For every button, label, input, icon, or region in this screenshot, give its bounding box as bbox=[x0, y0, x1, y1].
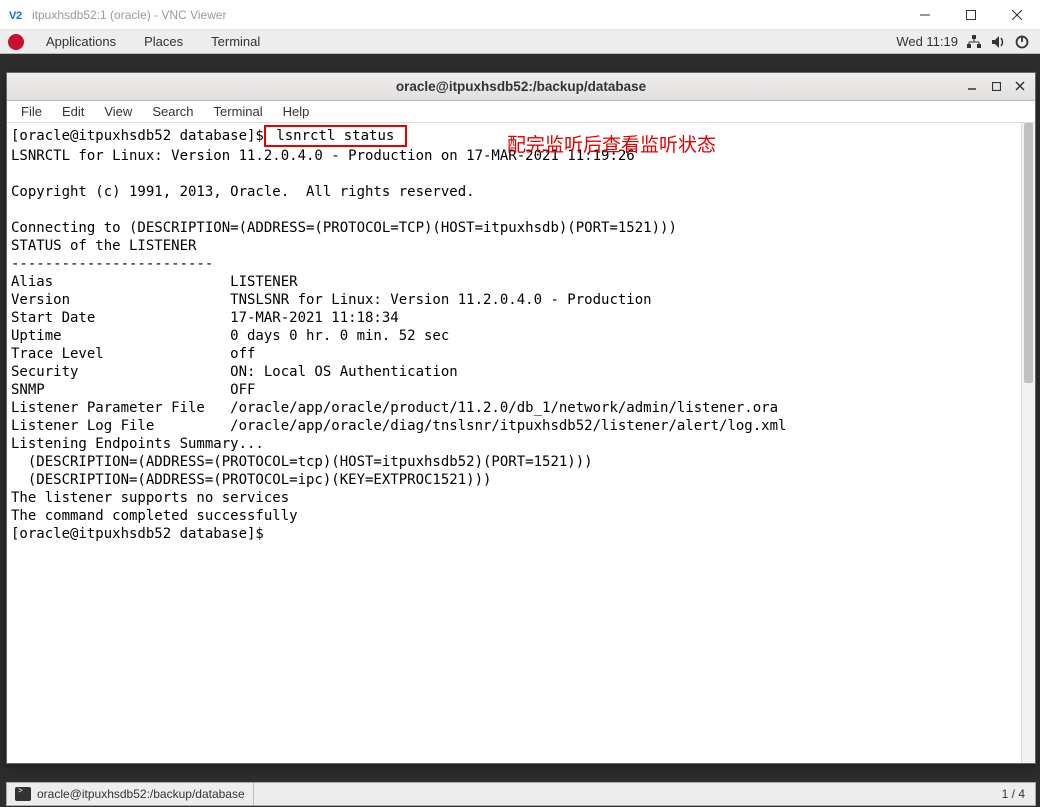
menu-help[interactable]: Help bbox=[273, 101, 320, 123]
menu-view[interactable]: View bbox=[94, 101, 142, 123]
terminal-output[interactable]: [oracle@itpuxhsdb52 database]$ lsnrctl s… bbox=[11, 125, 1031, 543]
terminal-minimize-button[interactable] bbox=[961, 76, 983, 96]
taskbar-item-label: oracle@itpuxhsdb52:/backup/database bbox=[37, 787, 245, 801]
terminal-title: oracle@itpuxhsdb52:/backup/database bbox=[396, 79, 646, 94]
highlighted-command: lsnrctl status bbox=[264, 125, 407, 147]
svg-text:2: 2 bbox=[16, 10, 22, 22]
terminal-menu[interactable]: Terminal bbox=[197, 30, 274, 54]
clock[interactable]: Wed 11:19 bbox=[896, 34, 958, 49]
scrollbar-thumb[interactable] bbox=[1024, 123, 1033, 383]
terminal-icon bbox=[15, 787, 31, 801]
vnc-title-text: itpuxhsdb52:1 (oracle) - VNC Viewer bbox=[32, 8, 227, 22]
terminal-window: oracle@itpuxhsdb52:/backup/database File… bbox=[6, 72, 1036, 764]
menu-edit[interactable]: Edit bbox=[52, 101, 94, 123]
annotation-text: 配完监听后查看监听状态 bbox=[507, 137, 716, 155]
minimize-button[interactable] bbox=[902, 0, 948, 30]
menu-terminal[interactable]: Terminal bbox=[204, 101, 273, 123]
vnc-titlebar: V2 itpuxhsdb52:1 (oracle) - VNC Viewer bbox=[0, 0, 1040, 30]
volume-icon[interactable] bbox=[990, 34, 1006, 50]
terminal-titlebar[interactable]: oracle@itpuxhsdb52:/backup/database bbox=[7, 73, 1035, 101]
terminal-maximize-button[interactable] bbox=[985, 76, 1007, 96]
close-button[interactable] bbox=[994, 0, 1040, 30]
menu-search[interactable]: Search bbox=[142, 101, 203, 123]
vnc-app-icon: V2 bbox=[8, 6, 26, 24]
network-icon[interactable] bbox=[966, 34, 982, 50]
terminal-body[interactable]: [oracle@itpuxhsdb52 database]$ lsnrctl s… bbox=[7, 123, 1035, 763]
gnome-panel: Applications Places Terminal Wed 11:19 bbox=[0, 30, 1040, 54]
remote-desktop: Applications Places Terminal Wed 11:19 o… bbox=[0, 30, 1040, 807]
taskbar-terminal-item[interactable]: oracle@itpuxhsdb52:/backup/database bbox=[7, 783, 254, 805]
redhat-icon bbox=[8, 34, 24, 50]
workspace-pager[interactable]: 1 / 4 bbox=[992, 787, 1035, 801]
terminal-menubar: File Edit View Search Terminal Help bbox=[7, 101, 1035, 123]
gnome-window-list: oracle@itpuxhsdb52:/backup/database 1 / … bbox=[6, 782, 1036, 806]
applications-menu[interactable]: Applications bbox=[32, 30, 130, 54]
power-icon[interactable] bbox=[1014, 34, 1030, 50]
places-menu[interactable]: Places bbox=[130, 30, 197, 54]
menu-file[interactable]: File bbox=[11, 101, 52, 123]
vnc-window-controls bbox=[902, 0, 1040, 30]
terminal-close-button[interactable] bbox=[1009, 76, 1031, 96]
maximize-button[interactable] bbox=[948, 0, 994, 30]
terminal-scrollbar[interactable] bbox=[1021, 123, 1035, 763]
